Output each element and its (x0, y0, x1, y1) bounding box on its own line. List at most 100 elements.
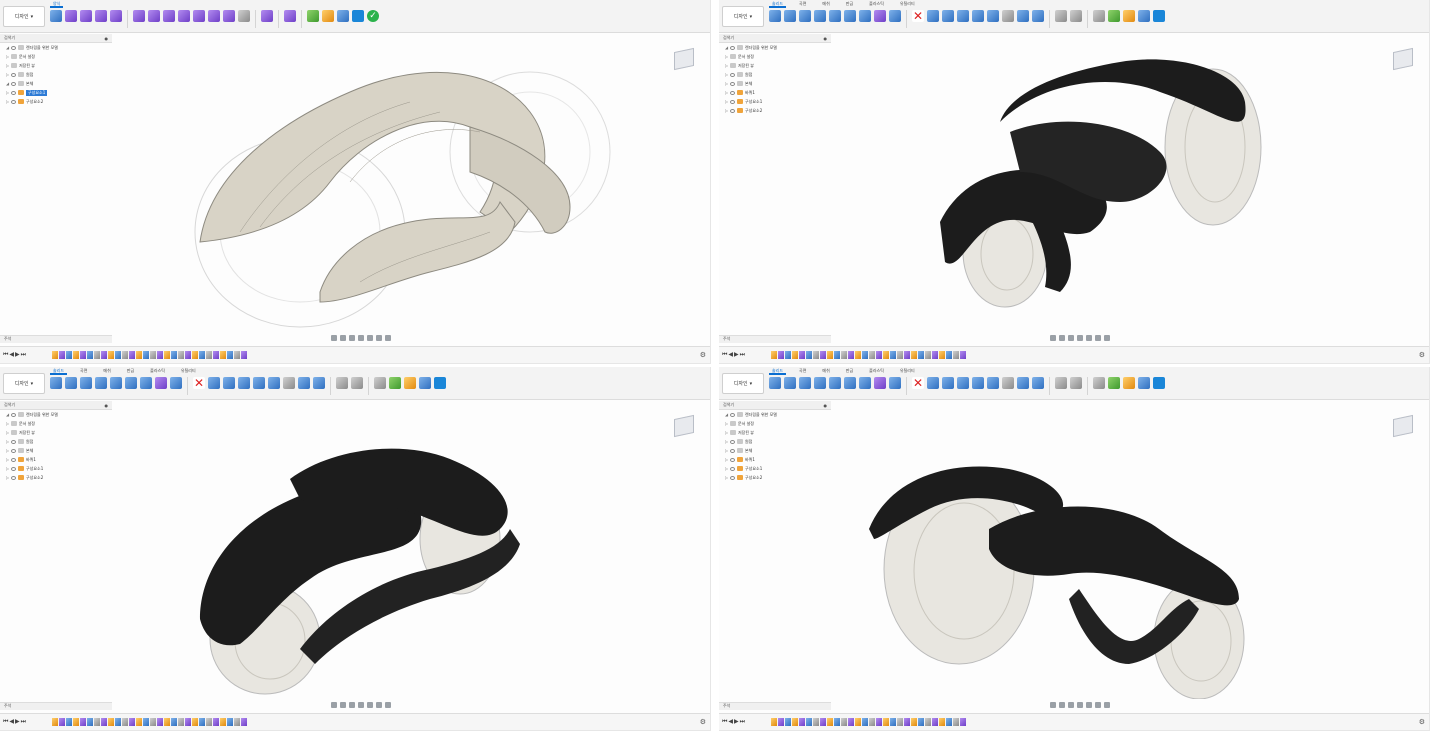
combine-icon[interactable] (268, 377, 280, 389)
gear-icon[interactable]: ⚙ (700, 351, 706, 359)
extrude-icon[interactable] (65, 377, 77, 389)
workspace-switcher[interactable]: 디자인 ▾ (722, 6, 764, 27)
chamfer-icon[interactable] (238, 377, 250, 389)
joint-icon[interactable] (1055, 10, 1067, 22)
comments-panel[interactable]: 주석 (719, 335, 831, 343)
tab-utilities[interactable]: 유틸리티 (897, 367, 918, 375)
timeline-controls[interactable]: ⏮◀▶⏭ (3, 351, 27, 359)
tab-form[interactable]: 양식 (50, 0, 64, 8)
mirror-icon[interactable] (140, 377, 152, 389)
timeline-track[interactable] (52, 718, 247, 726)
tab-solid[interactable]: 솔리드 (769, 367, 787, 375)
chamfer-icon[interactable] (957, 10, 969, 22)
tab-solid[interactable]: 솔리드 (769, 0, 787, 8)
tab-plastic[interactable]: 플라스틱 (866, 367, 887, 375)
new-component-icon[interactable] (1093, 377, 1105, 389)
render-model-canvas[interactable] (0, 399, 711, 699)
comments-panel[interactable]: 주석 (0, 335, 112, 343)
shell-icon[interactable] (972, 10, 984, 22)
tab-utilities[interactable]: 유틸리티 (897, 0, 918, 8)
tab-sheet-metal[interactable]: 판금 (843, 0, 856, 8)
chamfer-icon[interactable] (957, 377, 969, 389)
insert-icon[interactable] (419, 377, 431, 389)
sweep-icon[interactable] (814, 10, 826, 22)
select-icon[interactable] (352, 10, 364, 22)
new-component-icon[interactable] (1093, 10, 1105, 22)
automate-icon[interactable] (889, 10, 901, 22)
render-model-canvas[interactable] (719, 399, 1430, 699)
form-icon[interactable] (874, 10, 886, 22)
pattern-icon[interactable] (844, 10, 856, 22)
loft-icon[interactable] (110, 377, 122, 389)
loft-icon[interactable] (829, 10, 841, 22)
construct-icon[interactable] (1108, 10, 1120, 22)
workspace-switcher[interactable]: 디자인 ▾ (3, 373, 45, 394)
gear-icon[interactable]: ⚙ (700, 718, 706, 726)
construct-icon[interactable] (1108, 377, 1120, 389)
sketch-icon[interactable] (50, 10, 62, 22)
tab-sheet-metal[interactable]: 판금 (843, 367, 856, 375)
fillet-icon[interactable] (223, 377, 235, 389)
move-icon[interactable] (1002, 377, 1014, 389)
tab-utilities[interactable]: 유틸리티 (178, 367, 199, 375)
workspace-switcher[interactable]: 디자인 ▾ (3, 6, 45, 27)
align-icon[interactable] (1017, 10, 1029, 22)
workspace-switcher[interactable]: 디자인 ▾ (722, 373, 764, 394)
measure-icon[interactable] (322, 10, 334, 22)
comments-panel[interactable]: 주석 (0, 702, 112, 710)
comments-panel[interactable]: 주석 (719, 702, 831, 710)
sketch-icon[interactable] (769, 377, 781, 389)
tab-mesh[interactable]: 메쉬 (100, 367, 113, 375)
shell-icon[interactable] (253, 377, 265, 389)
as-built-joint-icon[interactable] (1070, 377, 1082, 389)
form-icon[interactable] (874, 377, 886, 389)
combine-icon[interactable] (987, 10, 999, 22)
split-icon[interactable] (1032, 377, 1044, 389)
construct-icon[interactable] (389, 377, 401, 389)
render-model-canvas[interactable] (719, 32, 1430, 332)
measure-icon[interactable] (1123, 10, 1135, 22)
select-icon[interactable] (1153, 10, 1165, 22)
tab-mesh[interactable]: 메쉬 (819, 367, 832, 375)
extrude-icon[interactable] (784, 377, 796, 389)
fillet-icon[interactable] (942, 10, 954, 22)
select-icon[interactable] (1153, 377, 1165, 389)
form-icon[interactable] (155, 377, 167, 389)
as-built-joint-icon[interactable] (351, 377, 363, 389)
tab-surface[interactable]: 곡면 (77, 367, 90, 375)
align-icon[interactable] (298, 377, 310, 389)
delete-icon[interactable]: ✕ (912, 377, 924, 389)
press-pull-icon[interactable] (208, 377, 220, 389)
pattern-icon[interactable] (844, 377, 856, 389)
edit-form-icon[interactable] (133, 10, 145, 22)
construct-icon[interactable] (307, 10, 319, 22)
combine-icon[interactable] (987, 377, 999, 389)
new-component-icon[interactable] (374, 377, 386, 389)
joint-icon[interactable] (336, 377, 348, 389)
form-model-canvas[interactable] (0, 32, 711, 332)
timeline-track[interactable] (52, 351, 247, 359)
automate-icon[interactable] (889, 377, 901, 389)
mirror-icon[interactable] (859, 10, 871, 22)
joint-icon[interactable] (1055, 377, 1067, 389)
move-icon[interactable] (283, 377, 295, 389)
symmetry-icon[interactable] (261, 10, 273, 22)
split-icon[interactable] (313, 377, 325, 389)
measure-icon[interactable] (404, 377, 416, 389)
pattern-icon[interactable] (125, 377, 137, 389)
insert-icon[interactable] (1138, 10, 1150, 22)
insert-edge-icon[interactable] (148, 10, 160, 22)
finish-form-icon[interactable]: ✓ (367, 10, 379, 22)
gear-icon[interactable]: ⚙ (1419, 718, 1425, 726)
automate-icon[interactable] (170, 377, 182, 389)
sketch-icon[interactable] (50, 377, 62, 389)
tab-plastic[interactable]: 플라스틱 (147, 367, 168, 375)
gear-icon[interactable]: ⚙ (1419, 351, 1425, 359)
shell-icon[interactable] (972, 377, 984, 389)
press-pull-icon[interactable] (927, 377, 939, 389)
sketch-icon[interactable] (769, 10, 781, 22)
insert-icon[interactable] (337, 10, 349, 22)
timeline-controls[interactable]: ⏮◀▶⏭ (722, 351, 746, 359)
tab-solid[interactable]: 솔리드 (50, 367, 68, 375)
timeline-controls[interactable]: ⏮◀▶⏭ (3, 718, 27, 726)
